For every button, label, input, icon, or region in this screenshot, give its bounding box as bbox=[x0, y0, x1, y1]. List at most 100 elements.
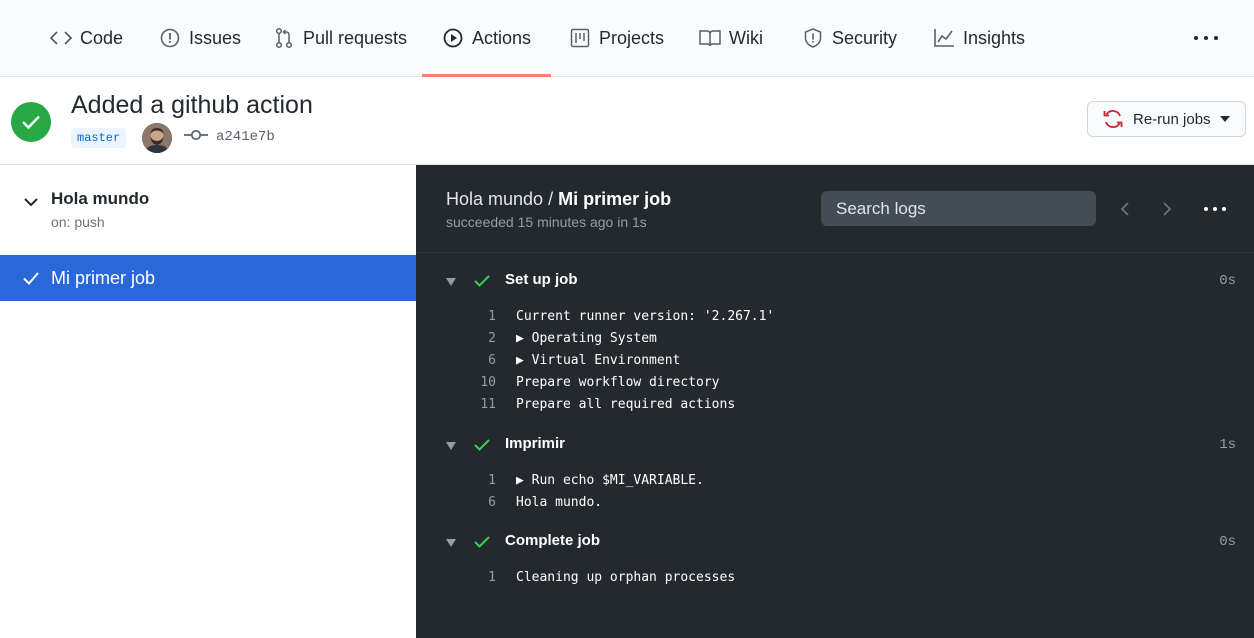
line-number[interactable]: 11 bbox=[456, 397, 496, 412]
log-line: 1 Cleaning up orphan processes bbox=[416, 570, 1254, 592]
code-icon bbox=[50, 27, 72, 49]
check-icon bbox=[473, 535, 491, 549]
line-number[interactable]: 6 bbox=[456, 495, 496, 510]
check-icon bbox=[473, 438, 491, 452]
dot bbox=[1204, 36, 1208, 40]
check-icon bbox=[22, 270, 40, 286]
triangle-down-icon bbox=[446, 442, 456, 450]
issue-icon bbox=[159, 27, 181, 49]
dot bbox=[1194, 36, 1198, 40]
tab-insights[interactable]: Insights bbox=[933, 0, 1025, 76]
tab-label: Security bbox=[832, 27, 898, 48]
tab-pull-requests[interactable]: Pull requests bbox=[273, 0, 407, 76]
rerun-jobs-button[interactable]: Re-run jobs bbox=[1087, 101, 1246, 137]
line-number[interactable]: 1 bbox=[456, 309, 496, 324]
chevron-down-icon bbox=[22, 195, 40, 209]
workflow-name: Hola mundo bbox=[51, 189, 150, 208]
step-header[interactable]: Imprimir 1s bbox=[416, 435, 1254, 459]
line-text: ▶ Run echo $MI_VARIABLE. bbox=[516, 473, 704, 488]
workflow-trigger: on: push bbox=[51, 214, 105, 230]
graph-icon bbox=[933, 27, 955, 49]
log-options-button[interactable] bbox=[1204, 207, 1226, 212]
line-text: Prepare all required actions bbox=[516, 397, 736, 412]
log-header: Hola mundo / Mi primer job succeeded 15 … bbox=[416, 165, 1254, 253]
log-line: 1 Current runner version: '2.267.1' bbox=[416, 309, 1254, 331]
line-text: Prepare workflow directory bbox=[516, 375, 720, 390]
run-title: Added a github action bbox=[71, 91, 313, 119]
triangle-down-icon bbox=[446, 539, 456, 547]
tab-label: Actions bbox=[472, 27, 532, 48]
dot bbox=[1213, 207, 1217, 211]
dot bbox=[1214, 36, 1218, 40]
check-icon bbox=[473, 274, 491, 288]
line-text: Cleaning up orphan processes bbox=[516, 570, 736, 585]
log-line: 10 Prepare workflow directory bbox=[416, 375, 1254, 397]
shield-icon bbox=[802, 27, 824, 49]
chevron-right-icon[interactable] bbox=[1160, 200, 1174, 218]
line-text: ▶ Virtual Environment bbox=[516, 353, 681, 368]
tab-code[interactable]: Code bbox=[50, 0, 123, 76]
workflow-item[interactable]: Hola mundo on: push bbox=[0, 165, 416, 255]
log-line[interactable]: 6 ▶ Virtual Environment bbox=[416, 353, 1254, 375]
avatar[interactable] bbox=[142, 123, 172, 153]
rerun-label: Re-run jobs bbox=[1133, 110, 1211, 128]
tab-label: Projects bbox=[599, 27, 665, 48]
tab-security[interactable]: Security bbox=[802, 0, 897, 76]
branch-badge[interactable]: master bbox=[71, 128, 127, 148]
job-label: Mi primer job bbox=[51, 268, 156, 288]
dot bbox=[1204, 207, 1208, 211]
book-icon bbox=[699, 27, 721, 49]
log-line: 11 Prepare all required actions bbox=[416, 397, 1254, 419]
success-status-icon bbox=[11, 102, 51, 142]
tab-label: Pull requests bbox=[303, 27, 408, 48]
log-line[interactable]: 2 ▶ Operating System bbox=[416, 331, 1254, 353]
repo-nav: Code Issues Pull requests Actions Projec… bbox=[0, 0, 1254, 77]
log-line[interactable]: 1 ▶ Run echo $MI_VARIABLE. bbox=[416, 473, 1254, 495]
tab-projects[interactable]: Projects bbox=[569, 0, 664, 76]
job-status-text: succeeded 15 minutes ago in 1s bbox=[446, 214, 647, 230]
commit-sha-link[interactable]: a241e7b bbox=[216, 129, 275, 145]
line-text: ▶ Operating System bbox=[516, 331, 657, 346]
pull-request-icon bbox=[273, 27, 295, 49]
tab-actions[interactable]: Actions bbox=[422, 0, 552, 77]
tab-issues[interactable]: Issues bbox=[159, 0, 241, 76]
line-number[interactable]: 6 bbox=[456, 353, 496, 368]
step-duration: 0s bbox=[1219, 273, 1236, 289]
log-line: 6 Hola mundo. bbox=[416, 495, 1254, 517]
step-name: Complete job bbox=[505, 532, 601, 549]
line-text: Hola mundo. bbox=[516, 495, 603, 510]
step-header[interactable]: Set up job 0s bbox=[416, 271, 1254, 295]
jobs-sidebar: Hola mundo on: push Mi primer job bbox=[0, 165, 416, 638]
sidebar-item-job[interactable]: Mi primer job bbox=[0, 255, 416, 301]
crumb-separator: / bbox=[543, 189, 559, 209]
line-number[interactable]: 1 bbox=[456, 473, 496, 488]
tab-label: Code bbox=[80, 27, 124, 48]
sync-icon bbox=[1102, 108, 1124, 130]
job-breadcrumb: Hola mundo / Mi primer job bbox=[446, 189, 671, 210]
dot bbox=[1222, 207, 1226, 211]
line-number[interactable]: 1 bbox=[456, 570, 496, 585]
line-number[interactable]: 2 bbox=[456, 331, 496, 346]
step-header[interactable]: Complete job 0s bbox=[416, 532, 1254, 556]
tab-label: Wiki bbox=[729, 27, 763, 48]
project-icon bbox=[569, 27, 591, 49]
tab-label: Insights bbox=[963, 27, 1026, 48]
chevron-left-icon[interactable] bbox=[1118, 200, 1132, 218]
crumb-workflow: Hola mundo bbox=[446, 189, 544, 209]
step-name: Imprimir bbox=[505, 435, 566, 452]
commit-icon bbox=[184, 127, 208, 143]
tab-label: Issues bbox=[189, 27, 242, 48]
triangle-down-icon bbox=[446, 278, 456, 286]
step-duration: 1s bbox=[1219, 437, 1236, 453]
caret-down-icon bbox=[1219, 116, 1230, 122]
log-panel: Hola mundo / Mi primer job succeeded 15 … bbox=[416, 165, 1254, 638]
line-number[interactable]: 10 bbox=[456, 375, 496, 390]
line-text: Current runner version: '2.267.1' bbox=[516, 309, 775, 324]
tab-wiki[interactable]: Wiki bbox=[699, 0, 763, 76]
search-logs-input[interactable] bbox=[821, 191, 1096, 226]
step-duration: 0s bbox=[1219, 534, 1236, 550]
crumb-job: Mi primer job bbox=[558, 189, 672, 209]
step-name: Set up job bbox=[505, 271, 578, 288]
run-header: Added a github action master a241e7b Re-… bbox=[0, 77, 1254, 165]
more-tabs-button[interactable] bbox=[1194, 28, 1218, 48]
